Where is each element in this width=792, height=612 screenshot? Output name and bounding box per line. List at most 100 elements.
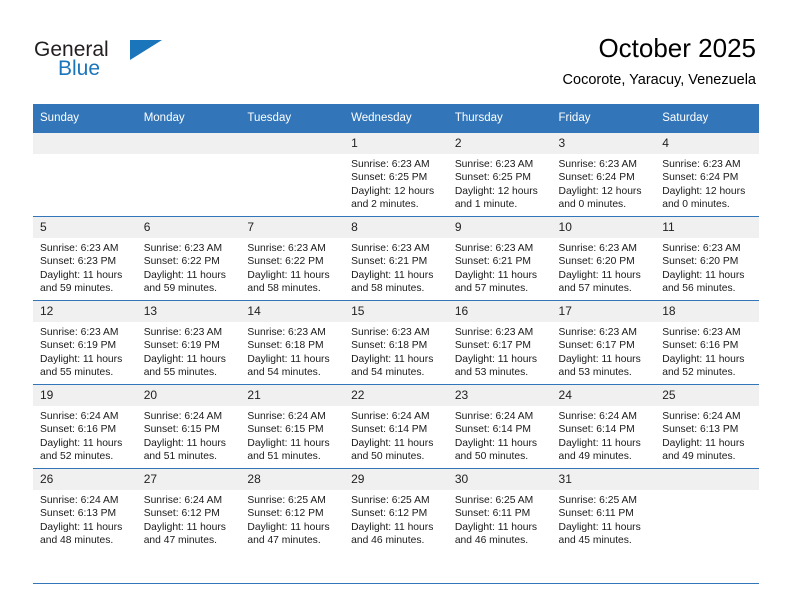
sunrise-text: Sunrise: 6:23 AM bbox=[454, 243, 534, 254]
day-details: Sunrise: 6:23 AM Sunset: 6:20 PM Daylight:… bbox=[655, 238, 759, 296]
day-details: Sunrise: 6:23 AM Sunset: 6:19 PM Daylight:… bbox=[33, 322, 137, 380]
day-cell[interactable]: 7 Sunrise: 6:23 AM Sunset: 6:22 PM Daylight… bbox=[240, 216, 345, 301]
sunset-text: Sunset: 6:21 PM bbox=[351, 256, 428, 268]
sunrise-text: Sunrise: 6:23 AM bbox=[40, 327, 119, 338]
day-number: 2 bbox=[447, 133, 552, 154]
day-details: Sunrise: 6:24 AM Sunset: 6:15 PM Daylight:… bbox=[240, 406, 344, 464]
day-cell[interactable]: 26 Sunrise: 6:24 AM Sunset: 6:13 PM Dayligh… bbox=[33, 468, 137, 552]
daylight-text-line1: Daylight: 11 hours bbox=[662, 353, 745, 365]
sunset-text: Sunset: 6:11 PM bbox=[454, 508, 531, 520]
sunrise-text: Sunrise: 6:24 AM bbox=[351, 411, 430, 422]
day-cell[interactable]: 25 Sunrise: 6:24 AM Sunset: 6:13 PM Dayligh… bbox=[655, 384, 759, 469]
day-cell[interactable]: 6 Sunrise: 6:23 AM Sunset: 6:22 PM Daylight… bbox=[136, 216, 241, 301]
sunset-text: Sunset: 6:13 PM bbox=[662, 424, 739, 436]
day-cell[interactable]: 17 Sunrise: 6:23 AM Sunset: 6:17 PM Dayligh… bbox=[551, 300, 656, 385]
day-cell[interactable]: 1 Sunrise: 6:23 AM Sunset: 6:25 PM Daylight… bbox=[344, 132, 448, 217]
sunset-text: Sunset: 6:19 PM bbox=[40, 340, 117, 352]
daylight-text-line1: Daylight: 11 hours bbox=[40, 269, 123, 281]
day-cell[interactable]: 18 Sunrise: 6:23 AM Sunset: 6:16 PM Dayligh… bbox=[655, 300, 759, 385]
day-details: Sunrise: 6:23 AM Sunset: 6:17 PM Daylight:… bbox=[448, 322, 552, 380]
daylight-text-line1: Daylight: 11 hours bbox=[351, 437, 434, 449]
day-cell[interactable]: 24 Sunrise: 6:24 AM Sunset: 6:14 PM Dayligh… bbox=[551, 384, 656, 469]
sunset-text: Sunset: 6:25 PM bbox=[454, 172, 531, 184]
day-cell[interactable]: 10 Sunrise: 6:23 AM Sunset: 6:20 PM Dayligh… bbox=[551, 216, 656, 301]
day-cell[interactable]: 27 Sunrise: 6:24 AM Sunset: 6:12 PM Dayligh… bbox=[136, 468, 241, 552]
day-cell[interactable]: 15 Sunrise: 6:23 AM Sunset: 6:18 PM Dayligh… bbox=[344, 300, 448, 385]
sunset-text: Sunset: 6:21 PM bbox=[454, 256, 531, 268]
sunrise-text: Sunrise: 6:25 AM bbox=[454, 495, 534, 506]
day-cell[interactable]: 29 Sunrise: 6:25 AM Sunset: 6:12 PM Dayligh… bbox=[344, 468, 448, 552]
day-cell[interactable]: 5 Sunrise: 6:23 AM Sunset: 6:23 PM Daylight… bbox=[33, 216, 137, 301]
daylight-text-line2: and 55 minutes. bbox=[143, 367, 217, 379]
day-cell[interactable]: 31 Sunrise: 6:25 AM Sunset: 6:11 PM Dayligh… bbox=[551, 468, 656, 552]
day-cell[interactable]: 19 Sunrise: 6:24 AM Sunset: 6:16 PM Dayligh… bbox=[33, 384, 137, 469]
day-cell[interactable]: 9 Sunrise: 6:23 AM Sunset: 6:21 PM Daylight… bbox=[447, 216, 552, 301]
day-cell[interactable]: 23 Sunrise: 6:24 AM Sunset: 6:14 PM Dayligh… bbox=[447, 384, 552, 469]
daylight-text-line1: Daylight: 11 hours bbox=[351, 353, 434, 365]
daylight-text-line2: and 53 minutes. bbox=[454, 367, 529, 379]
daylight-text-line1: Daylight: 11 hours bbox=[143, 269, 226, 281]
daylight-text-line1: Daylight: 11 hours bbox=[558, 437, 641, 449]
sunrise-text: Sunrise: 6:23 AM bbox=[558, 159, 637, 170]
day-cell[interactable]: 14 Sunrise: 6:23 AM Sunset: 6:18 PM Dayligh… bbox=[240, 300, 345, 385]
day-number: 31 bbox=[551, 469, 656, 490]
day-details: Sunrise: 6:23 AM Sunset: 6:20 PM Daylight:… bbox=[552, 238, 656, 296]
sunrise-text: Sunrise: 6:23 AM bbox=[662, 327, 741, 338]
day-cell[interactable]: 3 Sunrise: 6:23 AM Sunset: 6:24 PM Daylight… bbox=[551, 132, 656, 217]
day-cell[interactable]: 28 Sunrise: 6:25 AM Sunset: 6:12 PM Dayligh… bbox=[240, 468, 345, 552]
daylight-text-line1: Daylight: 11 hours bbox=[143, 521, 226, 533]
day-cell[interactable]: 4 Sunrise: 6:23 AM Sunset: 6:24 PM Daylight… bbox=[655, 132, 759, 217]
day-details: Sunrise: 6:23 AM Sunset: 6:18 PM Daylight:… bbox=[240, 322, 344, 380]
day-details: Sunrise: 6:24 AM Sunset: 6:12 PM Daylight:… bbox=[137, 490, 241, 548]
sunrise-text: Sunrise: 6:23 AM bbox=[143, 243, 223, 254]
day-cell[interactable]: 13 Sunrise: 6:23 AM Sunset: 6:19 PM Dayligh… bbox=[136, 300, 241, 385]
sunset-text: Sunset: 6:18 PM bbox=[247, 340, 324, 352]
calendar-bottom-rule bbox=[33, 583, 759, 584]
day-details: Sunrise: 6:23 AM Sunset: 6:25 PM Daylight:… bbox=[448, 154, 552, 212]
sunrise-text: Sunrise: 6:25 AM bbox=[558, 495, 637, 506]
daylight-text-line2: and 0 minutes. bbox=[558, 199, 627, 211]
sunrise-text: Sunrise: 6:24 AM bbox=[40, 411, 119, 422]
daylight-text-line1: Daylight: 11 hours bbox=[454, 521, 538, 533]
day-details: Sunrise: 6:23 AM Sunset: 6:23 PM Daylight:… bbox=[33, 238, 137, 296]
daylight-text-line2: and 54 minutes. bbox=[247, 367, 321, 379]
daylight-text-line2: and 48 minutes. bbox=[40, 535, 114, 547]
day-number: 9 bbox=[447, 217, 552, 238]
daylight-text-line2: and 59 minutes. bbox=[40, 283, 114, 295]
daylight-text-line2: and 59 minutes. bbox=[143, 283, 217, 295]
day-details: Sunrise: 6:23 AM Sunset: 6:25 PM Daylight:… bbox=[344, 154, 448, 212]
daylight-text-line1: Daylight: 11 hours bbox=[247, 269, 330, 281]
day-cell[interactable]: 16 Sunrise: 6:23 AM Sunset: 6:17 PM Dayligh… bbox=[447, 300, 552, 385]
day-cell[interactable]: 8 Sunrise: 6:23 AM Sunset: 6:21 PM Daylight… bbox=[344, 216, 448, 301]
sunrise-text: Sunrise: 6:23 AM bbox=[558, 327, 637, 338]
day-cell[interactable]: 21 Sunrise: 6:24 AM Sunset: 6:15 PM Dayligh… bbox=[240, 384, 345, 469]
daylight-text-line2: and 58 minutes. bbox=[351, 283, 425, 295]
day-details: Sunrise: 6:24 AM Sunset: 6:16 PM Daylight:… bbox=[33, 406, 137, 464]
day-details: Sunrise: 6:25 AM Sunset: 6:12 PM Daylight:… bbox=[240, 490, 344, 548]
day-cell[interactable]: 11 Sunrise: 6:23 AM Sunset: 6:20 PM Dayligh… bbox=[655, 216, 759, 301]
daylight-text-line2: and 57 minutes. bbox=[454, 283, 529, 295]
sunrise-text: Sunrise: 6:25 AM bbox=[351, 495, 430, 506]
day-details: Sunrise: 6:23 AM Sunset: 6:18 PM Daylight:… bbox=[344, 322, 448, 380]
sunset-text: Sunset: 6:12 PM bbox=[143, 508, 220, 520]
page-header: General Blue October 2025 Cocorote, Yara… bbox=[0, 0, 792, 100]
day-cell[interactable]: 2 Sunrise: 6:23 AM Sunset: 6:25 PM Daylight… bbox=[447, 132, 552, 217]
day-number: 8 bbox=[344, 217, 448, 238]
day-cell[interactable]: 12 Sunrise: 6:23 AM Sunset: 6:19 PM Dayligh… bbox=[33, 300, 137, 385]
sunset-text: Sunset: 6:12 PM bbox=[247, 508, 324, 520]
daylight-text-line1: Daylight: 11 hours bbox=[40, 521, 123, 533]
day-details: Sunrise: 6:23 AM Sunset: 6:19 PM Daylight:… bbox=[137, 322, 241, 380]
general-blue-logo[interactable]: General Blue bbox=[34, 38, 214, 86]
daylight-text-line1: Daylight: 11 hours bbox=[558, 521, 641, 533]
day-number: 12 bbox=[33, 301, 137, 322]
day-cell[interactable]: 22 Sunrise: 6:24 AM Sunset: 6:14 PM Dayligh… bbox=[344, 384, 448, 469]
logo-triangle-icon bbox=[130, 40, 162, 60]
daylight-text-line2: and 2 minutes. bbox=[351, 199, 419, 211]
day-cell[interactable]: 20 Sunrise: 6:24 AM Sunset: 6:15 PM Dayligh… bbox=[136, 384, 241, 469]
sunset-text: Sunset: 6:20 PM bbox=[558, 256, 635, 268]
daylight-text-line1: Daylight: 11 hours bbox=[40, 437, 123, 449]
day-number bbox=[240, 133, 345, 154]
day-details: Sunrise: 6:23 AM Sunset: 6:24 PM Daylight:… bbox=[655, 154, 759, 212]
day-cell[interactable]: 30 Sunrise: 6:25 AM Sunset: 6:11 PM Dayligh… bbox=[447, 468, 552, 552]
day-number: 3 bbox=[551, 133, 656, 154]
